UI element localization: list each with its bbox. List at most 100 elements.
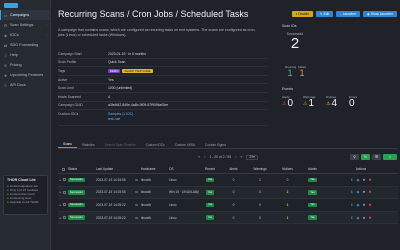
alerts-stat: Alerts ⚠ 0 [282, 95, 302, 109]
view-icon[interactable]: ◉ [356, 178, 359, 182]
edit-button[interactable]: ✎ Edit [315, 11, 334, 17]
sidebar-item-scan-settings[interactable]: ⚙ Scan Settings › [0, 20, 50, 30]
col-alerts[interactable]: Alerts [221, 167, 246, 171]
row-select[interactable]: ▸ [58, 203, 68, 207]
delete-icon[interactable]: ✖ [369, 190, 372, 194]
expand-icon[interactable]: ▸ [60, 203, 62, 207]
sidebar-item-pricing[interactable]: $ Pricing [0, 60, 50, 70]
expand-icon[interactable]: ▸ [60, 190, 62, 194]
table-row[interactable]: ▸ Successful 2023-07-19 14:15:55 ⧉ linux… [58, 174, 398, 187]
columns-button[interactable]: ☰ [372, 154, 381, 160]
last-update-cell: 2023-07-19 14:15:55 [96, 177, 126, 182]
expand-icon[interactable]: ▸ [60, 178, 62, 182]
per-page-select[interactable]: 20 ▾ [246, 154, 258, 160]
ioc-icon: ◈ [3, 32, 8, 38]
card-upgrade-link[interactable]: ●Upgrade to full THOR [7, 200, 44, 204]
export-button[interactable]: ⇩ [383, 154, 397, 160]
send-icon[interactable]: ➤ [363, 178, 366, 182]
col-notices[interactable]: Notices [274, 167, 301, 171]
admin-badge: Yes [308, 177, 317, 183]
os-cell: Win 10 · LINUXLAB(GIS) [169, 190, 199, 195]
status-cell: Successful [68, 215, 96, 220]
admin-badge: Yes [308, 215, 317, 220]
col-recent[interactable]: Recent [199, 167, 221, 171]
settings-icon: ⚙ [3, 22, 8, 28]
alert-icon: ⚠ [282, 101, 287, 107]
button-label: Edit [323, 12, 330, 16]
view-icon[interactable]: ◉ [356, 203, 359, 207]
refresh-button[interactable]: ↻ [361, 154, 370, 160]
tab-custom-sigma[interactable]: Custom Sigma [200, 141, 231, 148]
checkbox[interactable] [61, 167, 65, 171]
tab-scans[interactable]: Scans [58, 141, 77, 148]
download-icon[interactable]: ⬇ [350, 203, 353, 207]
delete-icon[interactable]: ✖ [369, 178, 372, 182]
disable-button[interactable]: ⏸ Disable [291, 11, 313, 17]
status-cell: Successful [68, 190, 96, 195]
launcher-button[interactable]: ↓ Launcher [336, 11, 361, 17]
app-logo[interactable] [4, 2, 18, 8]
checkbox[interactable] [63, 190, 67, 194]
ioc-link[interactable]: Samples (1 IOC) [108, 112, 133, 116]
status-badge: Successful [68, 202, 85, 208]
row-select[interactable]: ▸ [58, 178, 68, 182]
send-icon[interactable]: ➤ [363, 216, 366, 220]
sidebar-item-sdo-forwarding[interactable]: ⇄ SDO Forwarding [0, 40, 50, 50]
copy-icon[interactable]: ⧉ [132, 190, 141, 194]
tab-custom-yara[interactable]: Custom YARA [170, 141, 200, 148]
send-icon[interactable]: ➤ [363, 190, 366, 194]
sidebar-item-iocs[interactable]: ◈ IOCs › [0, 30, 50, 40]
sidebar-item-upcoming-features[interactable]: ★ Upcoming Features [0, 70, 50, 80]
button-label: Show Launcher [370, 12, 393, 16]
table-header: Status Last Update Hostname OS Recent Al… [58, 165, 398, 174]
col-hostname[interactable]: Hostname [141, 167, 169, 171]
sidebar-item-help[interactable]: ? Help [0, 50, 50, 60]
view-icon[interactable]: ◉ [356, 190, 359, 194]
show-launcher-button[interactable]: ◉ Show Launcher [363, 11, 397, 17]
col-warnings[interactable]: Warnings [246, 167, 274, 171]
col-os[interactable]: OS [169, 167, 199, 171]
alerts-cell: 0 [232, 190, 235, 195]
property-value: Quick Scan [108, 60, 126, 65]
tab-custom-iocs[interactable]: Custom IOCs [141, 141, 170, 148]
download-icon[interactable]: ⬇ [350, 178, 353, 182]
tag-badge[interactable]: DEMO [108, 68, 121, 73]
table-row[interactable]: ▸ Successful 2023-07-19 14:15:55 ⧉ linux… [58, 186, 398, 200]
last-page-button[interactable]: » [240, 155, 242, 159]
next-page-button[interactable]: › [235, 155, 236, 159]
filter-button[interactable]: ⚲ [350, 154, 359, 160]
copy-icon[interactable]: ⧉ [132, 178, 141, 182]
tab-statistics[interactable]: Statistics [77, 141, 100, 148]
first-page-button[interactable]: « [198, 155, 200, 159]
ioc-link[interactable]: test-rule [108, 117, 120, 121]
prev-page-button[interactable]: ‹ [204, 155, 205, 159]
col-last-update[interactable]: Last Update [96, 167, 132, 171]
tab-search-scan-timeline[interactable]: Search Scan Timeline [100, 141, 141, 148]
col-status[interactable]: Status [68, 167, 96, 171]
col-admin[interactable]: Admin [301, 167, 324, 171]
download-icon[interactable]: ⬇ [350, 216, 353, 220]
checkbox[interactable] [63, 178, 67, 182]
row-select[interactable]: ▸ [58, 190, 68, 194]
row-select[interactable]: ▸ [58, 216, 68, 220]
sidebar-item-api-docs[interactable]: ≡ API Docs [0, 80, 50, 90]
copy-icon[interactable]: ⧉ [132, 203, 141, 207]
expand-icon[interactable]: ▸ [60, 216, 62, 220]
select-all-checkbox[interactable] [58, 167, 68, 171]
tag-badge[interactable]: SHARP TWIP CORE [122, 68, 153, 73]
errors-count: 0 [349, 98, 355, 109]
checkbox[interactable] [63, 203, 67, 207]
delete-icon[interactable]: ✖ [369, 216, 372, 220]
view-icon[interactable]: ◉ [356, 216, 359, 220]
running-stat: Running 1 [285, 65, 296, 78]
forward-icon: ⇄ [3, 42, 8, 48]
send-icon[interactable]: ➤ [363, 203, 366, 207]
property-row: Custom IOCs Samples (1 IOC) test-rule [58, 110, 268, 127]
table-row[interactable]: ▸ Successful 2023-07-19 14:25:22 ⧉ linux… [58, 211, 398, 225]
delete-icon[interactable]: ✖ [369, 203, 372, 207]
sidebar-item-campaigns[interactable]: ▭ Campaigns [0, 10, 50, 20]
table-row[interactable]: ▸ Successful 2023-07-19 14:25:22 ⧉ linux… [58, 199, 398, 212]
checkbox[interactable] [63, 216, 67, 220]
download-icon[interactable]: ⬇ [350, 190, 353, 194]
copy-icon[interactable]: ⧉ [132, 216, 141, 220]
